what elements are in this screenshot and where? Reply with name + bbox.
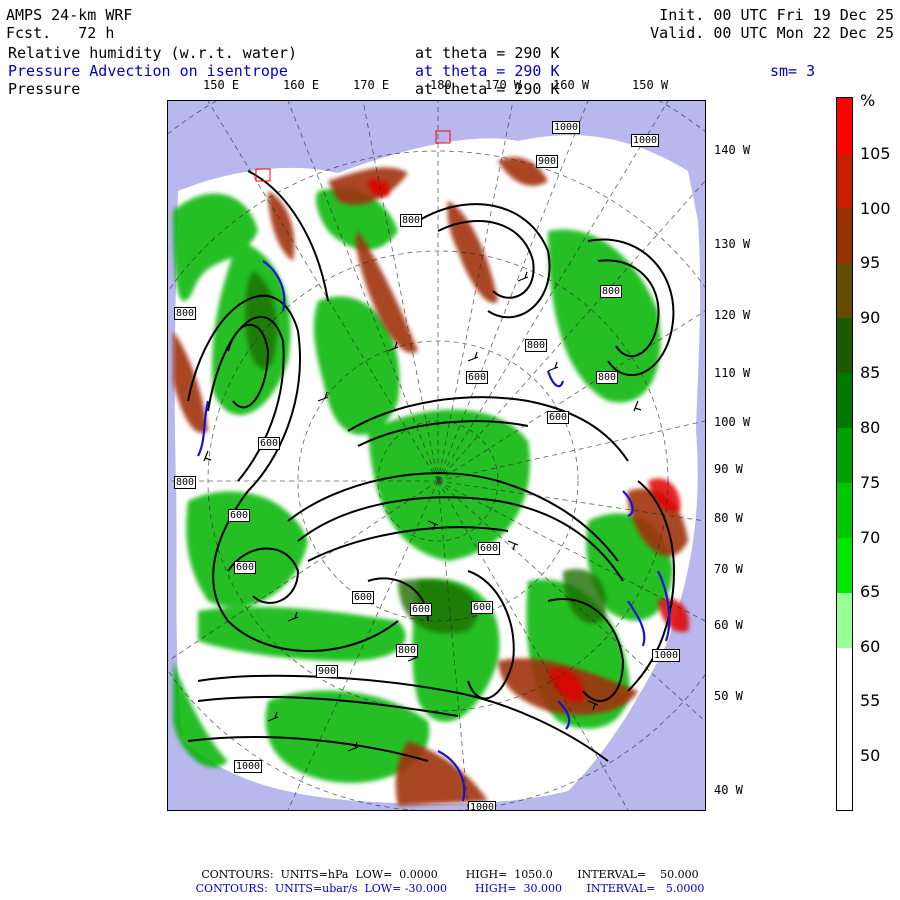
lon-label-170w: 170 W xyxy=(485,78,522,92)
colorbar-tick: 90 xyxy=(860,308,881,327)
colorbar-tick: 85 xyxy=(860,363,881,382)
lon-label-180: 180 xyxy=(430,78,452,92)
contour-label: 800 xyxy=(174,307,197,320)
lon-label-150w: 150 W xyxy=(632,78,669,92)
contour-info-advection: CONTOURS: UNITS=ubar/s LOW= -30.000 HIGH… xyxy=(195,882,705,895)
contour-label: 800 xyxy=(174,476,197,489)
contour-label: 1000 xyxy=(468,801,497,810)
model-title: AMPS 24-km WRF xyxy=(6,6,133,24)
field-pressure-label: Pressure xyxy=(8,80,81,98)
colorbar-tick: 50 xyxy=(860,746,881,765)
init-time: Init. 00 UTC Fri 19 Dec 25 xyxy=(659,6,894,24)
lon-label-110w: 110 W xyxy=(714,366,751,380)
field-padv-label: Pressure Advection on isentrope xyxy=(8,62,288,80)
colorbar-tick: 100 xyxy=(860,199,891,218)
contour-label: 900 xyxy=(536,155,559,168)
lon-label-90w: 90 W xyxy=(714,462,743,476)
contour-label: 1000 xyxy=(552,121,581,134)
lon-label-150e: 150 E xyxy=(203,78,240,92)
colorbar-segment xyxy=(837,428,852,483)
field-rh-label: Relative humidity (w.r.t. water) xyxy=(8,44,297,62)
weather-map[interactable]: 1000 1000 900 800 800 800 800 800 800 60… xyxy=(167,100,706,811)
contour-label: 800 xyxy=(400,214,423,227)
lon-label-100w: 100 W xyxy=(714,415,751,429)
colorbar-segment xyxy=(837,208,852,263)
contour-label: 800 xyxy=(525,339,548,352)
colorbar-tick: 80 xyxy=(860,418,881,437)
map-canvas xyxy=(168,101,705,810)
contour-label: 600 xyxy=(352,591,375,604)
lon-label-120w: 120 W xyxy=(714,308,751,322)
contour-label: 1000 xyxy=(631,134,660,147)
lon-label-40w: 40 W xyxy=(714,783,743,797)
forecast-hour: Fcst. 72 h xyxy=(6,24,115,42)
lon-label-160e: 160 E xyxy=(283,78,320,92)
lon-label-140w: 140 W xyxy=(714,143,751,157)
contour-label: 600 xyxy=(228,509,251,522)
valid-time: Valid. 00 UTC Mon 22 Dec 25 xyxy=(650,24,894,42)
contour-label: 600 xyxy=(258,437,281,450)
colorbar-tick: 95 xyxy=(860,253,881,272)
lon-label-60w: 60 W xyxy=(714,618,743,632)
colorbar-tick: 65 xyxy=(860,582,881,601)
colorbar-tick: 60 xyxy=(860,637,881,656)
colorbar-segment xyxy=(837,538,852,593)
lon-label-70w: 70 W xyxy=(714,562,743,576)
contour-label: 900 xyxy=(316,665,339,678)
contour-label: 800 xyxy=(600,285,623,298)
contour-label: 800 xyxy=(596,371,619,384)
smoothing-label: sm= 3 xyxy=(770,62,816,80)
contour-label: 600 xyxy=(466,371,489,384)
contour-label: 600 xyxy=(471,601,494,614)
lon-label-160w: 160 W xyxy=(553,78,590,92)
contour-label: 600 xyxy=(547,411,570,424)
rh-colorbar xyxy=(836,97,853,811)
contour-label: 600 xyxy=(478,542,501,555)
colorbar-tick: 70 xyxy=(860,528,881,547)
colorbar-tick: 105 xyxy=(860,144,891,163)
lon-label-80w: 80 W xyxy=(714,511,743,525)
colorbar-segment xyxy=(837,483,852,538)
colorbar-tick: 75 xyxy=(860,473,881,492)
contour-label: 600 xyxy=(234,561,257,574)
contour-label: 1000 xyxy=(652,649,681,662)
colorbar-segment xyxy=(837,593,852,648)
colorbar-segment xyxy=(837,648,852,810)
colorbar-segment xyxy=(837,373,852,428)
colorbar-tick: 55 xyxy=(860,691,881,710)
lon-label-50w: 50 W xyxy=(714,689,743,703)
lon-label-130w: 130 W xyxy=(714,237,751,251)
contour-label: 600 xyxy=(410,603,433,616)
colorbar-unit: % xyxy=(860,91,876,110)
colorbar-segment xyxy=(837,318,852,373)
field-rh-level: at theta = 290 K xyxy=(415,44,560,62)
colorbar-segment xyxy=(837,98,852,154)
colorbar-segment xyxy=(837,263,852,318)
colorbar-segment xyxy=(837,154,852,208)
lon-label-170e: 170 E xyxy=(353,78,390,92)
contour-label: 1000 xyxy=(234,760,263,773)
contour-info-pressure: CONTOURS: UNITS=hPa LOW= 0.0000 HIGH= 10… xyxy=(201,868,699,881)
contour-label: 800 xyxy=(396,644,419,657)
